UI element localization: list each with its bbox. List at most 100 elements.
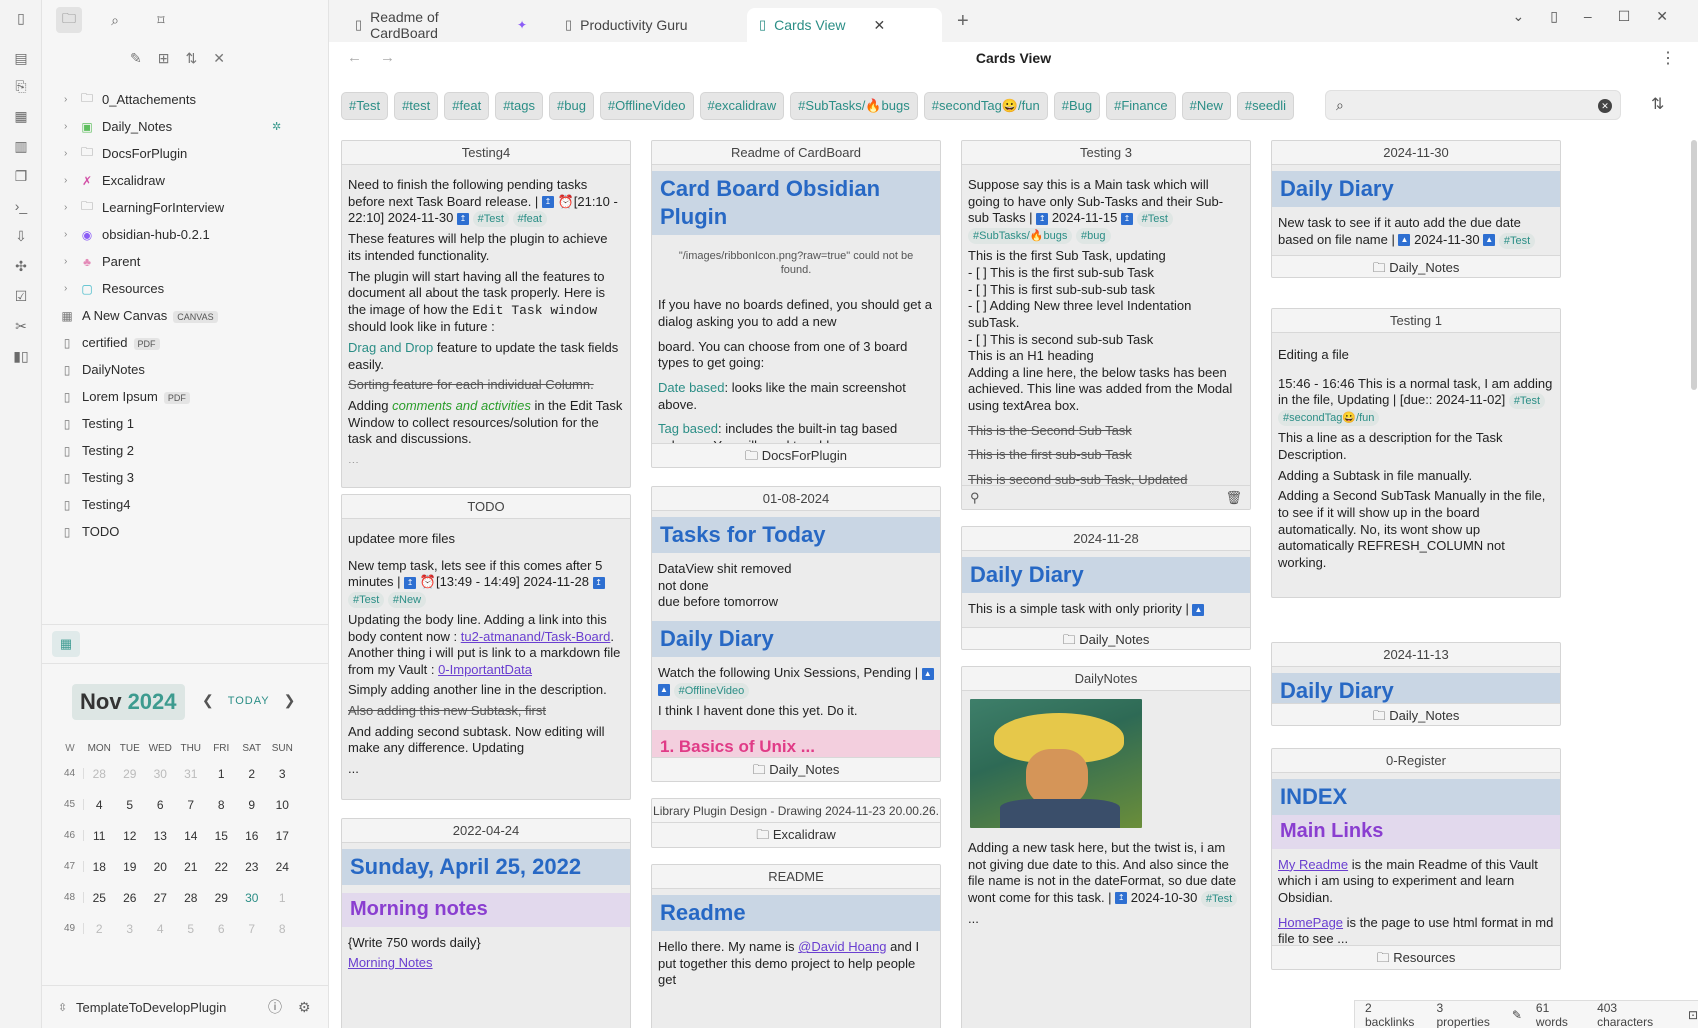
edit-icon[interactable]: ✎ bbox=[1512, 1008, 1522, 1022]
gallery-icon[interactable]: ▤ bbox=[11, 48, 31, 68]
calendar-day[interactable]: 18 bbox=[84, 860, 115, 874]
internal-link[interactable]: Drag and Drop bbox=[348, 340, 433, 355]
calendar-day[interactable]: 6 bbox=[206, 922, 237, 936]
search-input[interactable]: ⌕ ✕ bbox=[1325, 90, 1621, 120]
split-view-icon[interactable]: ▯ bbox=[1550, 8, 1558, 25]
tree-folder[interactable]: › 🗀 LearningForInterview bbox=[42, 194, 329, 221]
tag-filter[interactable]: #feat bbox=[444, 92, 490, 120]
card-footer[interactable]: 🗀 Daily_Notes bbox=[962, 627, 1250, 649]
tools-icon[interactable]: ✂ bbox=[11, 316, 31, 336]
card-0-register[interactable]: 0-Register INDEX Main Links My Readme is… bbox=[1271, 748, 1561, 970]
card-readme[interactable]: README Readme Hello there. My name is @D… bbox=[651, 864, 941, 1028]
calendar-icon[interactable]: ▦ bbox=[52, 631, 80, 657]
tree-folder[interactable]: › ♣ Parent bbox=[42, 248, 329, 275]
calendar-day[interactable]: 24 bbox=[267, 860, 298, 874]
calendar-day[interactable]: 9 bbox=[237, 798, 268, 812]
tag-filter[interactable]: #secondTag😀/fun bbox=[923, 92, 1048, 120]
internal-link[interactable]: My Readme bbox=[1278, 857, 1348, 872]
card-sunday[interactable]: 2022-04-24 Sunday, April 25, 2022 Mornin… bbox=[341, 818, 631, 1028]
calendar-day[interactable]: 31 bbox=[176, 767, 207, 781]
calendar-day[interactable]: 2 bbox=[84, 922, 115, 936]
calendar-day[interactable]: 23 bbox=[237, 860, 268, 874]
calendar-day[interactable]: 28 bbox=[176, 891, 207, 905]
card-testing1[interactable]: Testing 1 Editing a file 15:46 - 16:46 T… bbox=[1271, 308, 1561, 598]
card-library-plugin-design[interactable]: Library Plugin Design - Drawing 2024-11-… bbox=[651, 798, 941, 848]
calendar-day[interactable]: 29 bbox=[206, 891, 237, 905]
backlinks-count[interactable]: 2 backlinks bbox=[1365, 1001, 1422, 1028]
calendar-day[interactable]: 5 bbox=[176, 922, 207, 936]
pin-icon[interactable]: ⚲ bbox=[970, 486, 980, 509]
calendar-day[interactable]: 10 bbox=[267, 798, 298, 812]
tree-file[interactable]: ▯ Testing 2 bbox=[42, 437, 329, 464]
external-link[interactable]: tu2-atmanand/Task-Board bbox=[461, 629, 611, 644]
card-footer[interactable]: 🗀 DocsForPlugin bbox=[652, 443, 940, 467]
tree-folder[interactable]: › ▢ Resources bbox=[42, 275, 329, 302]
internal-link[interactable]: 0-ImportantData bbox=[438, 662, 532, 677]
calendar-day[interactable]: 28 bbox=[84, 767, 115, 781]
calendar-day[interactable]: 29 bbox=[115, 767, 146, 781]
board-icon[interactable]: ▮▯ bbox=[11, 346, 31, 366]
sort-icon[interactable]: ⇅ bbox=[1651, 94, 1664, 114]
card-tasks-for-today[interactable]: 01-08-2024 Tasks for Today DataView shit… bbox=[651, 486, 941, 782]
calendar-day[interactable]: 12 bbox=[115, 829, 146, 843]
tree-file[interactable]: ▯ Testing4 bbox=[42, 491, 329, 518]
task-check-icon[interactable]: ☑ bbox=[11, 286, 31, 306]
card-testing3[interactable]: Testing 3 Suppose say this is a Main tas… bbox=[961, 140, 1251, 510]
close-icon[interactable]: ✕ bbox=[873, 17, 885, 34]
calendar-day[interactable]: 3 bbox=[115, 922, 146, 936]
tag[interactable]: #SubTasks/🔥bugs bbox=[968, 228, 1073, 245]
new-note-icon[interactable]: ✎ bbox=[130, 50, 142, 67]
tag[interactable]: #Test bbox=[472, 211, 509, 228]
calendar-day[interactable]: 16 bbox=[237, 829, 268, 843]
tag-filter[interactable]: #Finance bbox=[1106, 92, 1176, 120]
card-footer[interactable]: 🗀 Daily_Notes bbox=[1272, 703, 1560, 725]
internal-link[interactable]: HomePage bbox=[1278, 915, 1343, 930]
internal-link[interactable]: Tag based bbox=[658, 421, 718, 436]
calendar-day[interactable]: 8 bbox=[206, 798, 237, 812]
tag-filter[interactable]: #test bbox=[394, 92, 439, 120]
new-folder-icon[interactable]: ⊞ bbox=[158, 50, 170, 67]
calendar-day[interactable]: 6 bbox=[145, 798, 176, 812]
prev-month-icon[interactable]: ❮ bbox=[202, 692, 214, 709]
card-footer[interactable]: 🗀 Resources bbox=[1272, 945, 1560, 969]
calendar-day[interactable]: 27 bbox=[145, 891, 176, 905]
calendar-day[interactable]: 21 bbox=[176, 860, 207, 874]
card-dailynotes[interactable]: DailyNotes Adding a new task here, but t… bbox=[961, 666, 1251, 1028]
calendar-day[interactable]: 1 bbox=[267, 891, 298, 905]
calendar-day[interactable]: 14 bbox=[176, 829, 207, 843]
sync-icon[interactable]: ⊡ bbox=[1688, 1008, 1698, 1022]
calendar-day[interactable]: 22 bbox=[206, 860, 237, 874]
calendar-day[interactable]: 25 bbox=[84, 891, 115, 905]
bookmark-icon[interactable]: ⌑ bbox=[148, 7, 174, 33]
tag-filter[interactable]: #Test bbox=[341, 92, 389, 120]
tree-file[interactable]: ▯ TODO bbox=[42, 518, 329, 545]
tab-cards-view[interactable]: ▯ Cards View ✕ bbox=[747, 8, 942, 42]
search-icon[interactable]: ⌕ bbox=[102, 7, 128, 33]
tag-filter[interactable]: #tags bbox=[495, 92, 543, 120]
tab-readme-of-cardboard[interactable]: ▯ Readme of CardBoard ✦ bbox=[343, 8, 539, 42]
calendar-icon[interactable]: ▥ bbox=[11, 136, 31, 156]
vault-chevron-icon[interactable]: ⇳ bbox=[58, 1001, 67, 1014]
calendar-day[interactable]: 26 bbox=[115, 891, 146, 905]
folder-icon[interactable]: 🗀 bbox=[56, 7, 82, 33]
calendar-day[interactable]: 7 bbox=[237, 922, 268, 936]
file-sync-icon[interactable]: ⎘ bbox=[11, 76, 31, 96]
calendar-day[interactable]: 8 bbox=[267, 922, 298, 936]
tab-productivity-guru[interactable]: ▯ Productivity Guru bbox=[553, 8, 721, 42]
copy-icon[interactable]: ❐ bbox=[11, 166, 31, 186]
internal-link[interactable]: Morning Notes bbox=[348, 955, 624, 972]
tree-file[interactable]: ▯ DailyNotes bbox=[42, 356, 329, 383]
next-month-icon[interactable]: ❯ bbox=[284, 692, 296, 709]
external-link[interactable]: @David Hoang bbox=[798, 939, 886, 954]
tag[interactable]: #feat bbox=[512, 211, 547, 228]
chevron-down-icon[interactable]: ⌄ bbox=[1512, 8, 1524, 25]
pin-icon[interactable]: ✦ bbox=[517, 18, 527, 32]
settings-gear-icon[interactable]: ⚙ bbox=[298, 999, 311, 1016]
internal-link[interactable]: Date based bbox=[658, 380, 725, 395]
tree-file[interactable]: ▯ certified PDF bbox=[42, 329, 329, 356]
tree-file[interactable]: ▯ Lorem Ipsum PDF bbox=[42, 383, 329, 410]
card-footer[interactable]: 🗀 Daily_Notes bbox=[1272, 255, 1560, 277]
calendar-day[interactable]: 11 bbox=[84, 829, 115, 843]
calendar-day[interactable]: 15 bbox=[206, 829, 237, 843]
more-options-icon[interactable]: ⋮ bbox=[1660, 48, 1676, 68]
